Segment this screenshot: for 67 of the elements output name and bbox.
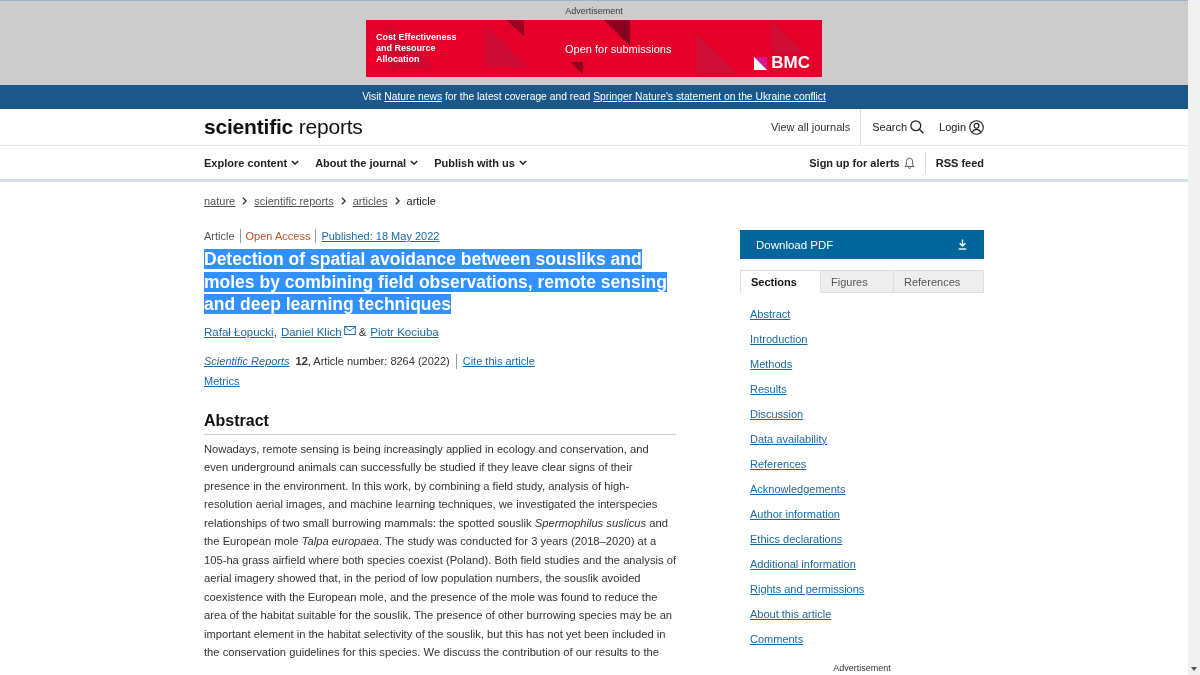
section-link[interactable]: Discussion — [750, 407, 804, 420]
download-pdf-button[interactable]: Download PDF — [740, 230, 984, 259]
banner-title: Cost Effectiveness and Resource Allocation — [376, 32, 458, 65]
advert-label: Advertisement — [565, 6, 623, 17]
author-link[interactable]: Rafał Łopucki — [204, 324, 274, 340]
section-link[interactable]: Abstract — [750, 307, 791, 320]
breadcrumb-item[interactable]: scientific reports — [254, 194, 334, 208]
open-access-text: Open Access — [240, 229, 317, 243]
section-link[interactable]: About this article — [750, 607, 832, 620]
scrollbar[interactable] — [1188, 0, 1200, 675]
journal-link[interactable]: Scientific Reports — [204, 354, 290, 367]
alerts-button[interactable]: Sign up for alerts — [809, 156, 925, 169]
advert-banner[interactable]: Cost Effectiveness and Resource Allocation Open for submissions BMC — [366, 20, 822, 77]
notice-link[interactable]: Nature news — [384, 91, 443, 102]
banner-tagline: Open for submissions — [565, 42, 673, 55]
tab[interactable]: Figures — [821, 270, 894, 293]
breadcrumb-item: article — [406, 194, 436, 208]
chevron-icon — [340, 197, 346, 205]
mail-icon[interactable] — [343, 326, 356, 335]
download-icon — [958, 239, 967, 250]
section-link[interactable]: Ethics declarations — [750, 532, 843, 545]
caret-icon — [410, 160, 419, 165]
caret-icon — [291, 160, 300, 165]
bell-icon — [903, 156, 915, 169]
section-link[interactable]: Acknowledgements — [750, 482, 846, 495]
tab[interactable]: References — [894, 270, 984, 293]
article-type-text: Article — [204, 229, 241, 243]
section-link[interactable]: References — [750, 457, 807, 470]
article-title: Detection of spatial avoidance between sousliks and moles by combining field observations, remote sensing and deep learning techniques — [204, 248, 668, 316]
nav-menu-button[interactable]: Explore content — [204, 156, 300, 169]
search-button[interactable]: Search — [860, 109, 925, 145]
metrics-link[interactable]: Metrics — [204, 373, 240, 388]
user-circle-icon — [969, 119, 984, 135]
section-link[interactable]: Data availability — [750, 432, 828, 445]
advert-label: Advertisement — [832, 663, 892, 674]
section-link[interactable]: Comments — [750, 632, 804, 645]
nav-menu-button[interactable]: Publish with us — [434, 156, 527, 169]
citation-text: Scientific Reports 12, Article number: 8264 (2022) — [204, 353, 450, 369]
chevron-icon — [242, 197, 248, 205]
tab[interactable]: Sections — [740, 270, 821, 293]
breadcrumb-item[interactable]: articles — [352, 194, 388, 208]
caret-icon — [518, 160, 527, 165]
logo-square-icon — [754, 56, 768, 70]
chevron-icon — [394, 197, 400, 205]
author-link[interactable]: Piotr Kociuba — [370, 324, 439, 340]
section-link[interactable]: Additional information — [750, 557, 856, 570]
section-link[interactable]: Results — [750, 382, 787, 395]
site-logo[interactable]: scientific reports — [204, 115, 363, 139]
breadcrumb-item[interactable]: nature — [204, 194, 236, 208]
rss-feed-link[interactable]: RSS feed — [924, 151, 984, 174]
search-icon — [910, 120, 925, 134]
author-list: Rafał Łopucki, Daniel Klich & Piotr Kociuba — [204, 324, 676, 340]
author-link[interactable]: Daniel Klich — [280, 324, 342, 340]
section-link[interactable]: Methods — [750, 357, 793, 370]
cite-link[interactable]: Cite this article — [455, 353, 535, 369]
notice-text: Visit Nature news for the latest coverage and read Springer Nature's statement on the Ukraine conflict — [362, 90, 826, 104]
view-journals-link[interactable]: View all journals — [770, 121, 851, 133]
published-date-link[interactable]: Published: 18 May 2022 — [321, 229, 440, 243]
nav-menu-button[interactable]: About the journal — [315, 156, 419, 169]
login-button[interactable]: Login — [939, 109, 984, 145]
notice-link[interactable]: Springer Nature's statement on the Ukraine conflict — [593, 91, 826, 102]
banner-logo-text: BMC — [771, 54, 810, 72]
section-link[interactable]: Introduction — [750, 332, 808, 345]
section-link[interactable]: Author information — [750, 507, 840, 520]
abstract-heading: Abstract — [204, 410, 676, 435]
abstract-text: Nowadays, remote sensing is being increasingly applied in ecology and conservation, and even underground animals can successfully be studied if they leave clear signs of their presence in the environment. In this work, by combining a field study, analysis of high-resolution aerial images, and machine learning techniques, we investigated the interspecies relationships of two small burrowing mammals: the spotted souslik Spermophilus suslicus and the European mole Talpa europaea. The study was conducted for 3 years (2018–2020) at a 105-ha grass airfield where both species coexist (Poland). Both field studies and the analysis of aerial imagery showed that, in the period of low population numbers, the souslik avoided coexistence with the European mole, and the presence of the mole was found to reduce the area of the habitat suitable for the souslik. The presence of other burrowing species may be an important element in the habitat selectivity of the souslik, but this has not yet been included in the conservation guidelines for this species. We discuss the contribution of our results to the — [204, 441, 676, 660]
section-link[interactable]: Rights and permissions — [750, 582, 865, 595]
